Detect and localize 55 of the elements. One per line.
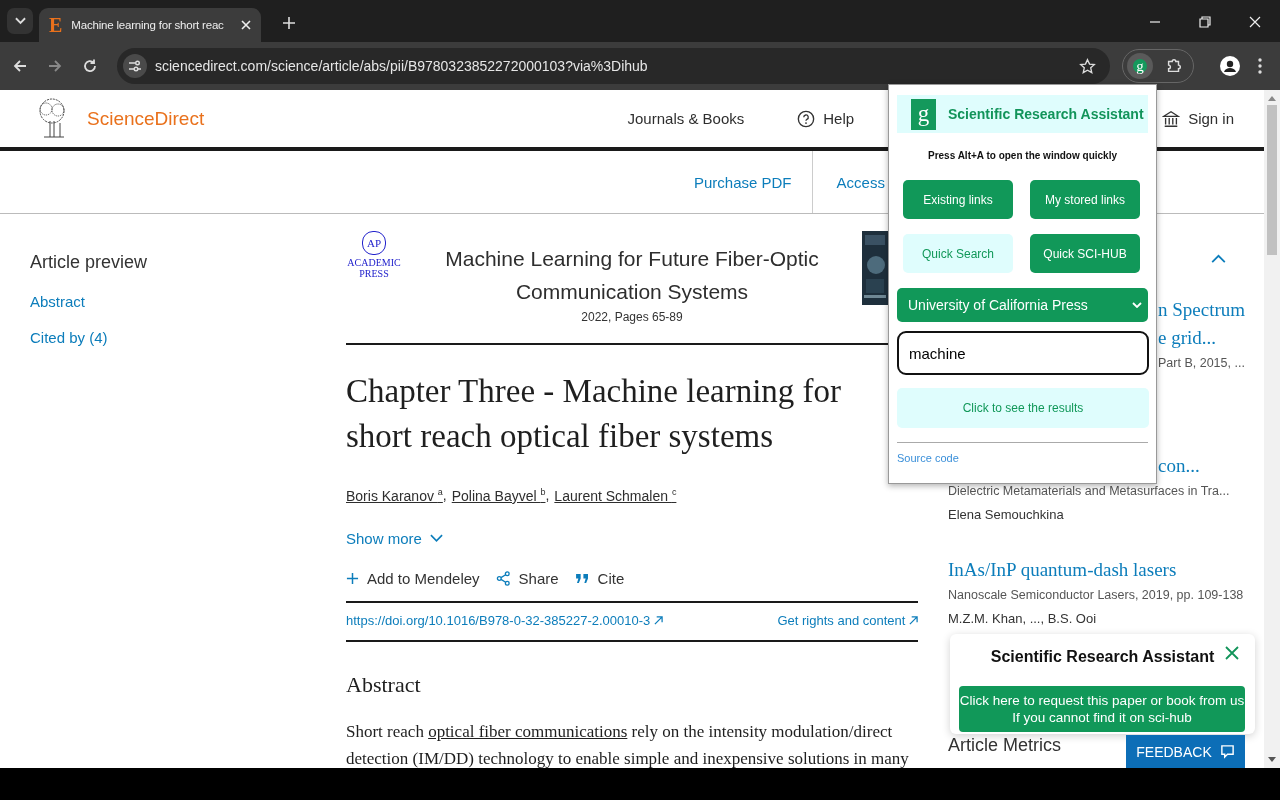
sign-in-link[interactable]: Sign in: [1188, 110, 1234, 127]
feedback-button[interactable]: FEEDBACK: [1126, 735, 1245, 768]
author-separator: ,: [545, 487, 550, 504]
sidebar-link[interactable]: Abstract: [30, 293, 316, 310]
popup-button[interactable]: Existing links: [903, 180, 1013, 219]
source-code-link[interactable]: Source code: [897, 452, 1148, 464]
recommended-title-link[interactable]: con...: [1158, 452, 1200, 480]
publisher-logo: AP ACADEMIC PRESS: [346, 231, 402, 279]
popup-button[interactable]: Quick SCI-HUB: [1030, 234, 1140, 273]
results-button[interactable]: Click to see the results: [897, 388, 1149, 428]
popup-button[interactable]: My stored links: [1030, 180, 1140, 219]
request-button[interactable]: Click here to request this paper or book from us If you cannot find it on sci-hub: [959, 686, 1245, 732]
popup-title: Scientific Research Assistant: [948, 106, 1144, 122]
article-action-button[interactable]: Add to Mendeley: [346, 569, 480, 587]
access-link[interactable]: Access: [836, 151, 885, 213]
author-link[interactable]: Laurent Schmalen $^{c}$: [554, 487, 677, 504]
topic-link[interactable]: optical fiber communications: [428, 721, 628, 741]
metrics-heading: Article Metrics: [948, 734, 1061, 756]
recommended-authors: M.Z.M. Khan, ..., B.S. Ooi: [948, 610, 1097, 628]
address-bar[interactable]: sciencedirect.com/science/article/abs/pii/B9780323852272000103?via%3Dihub: [117, 48, 1110, 84]
search-field[interactable]: machine: [897, 331, 1149, 375]
recommended-title-link[interactable]: InAs/InP quantum-dash lasers: [948, 556, 1177, 584]
recommended-source: Dielectric Metamaterials and Metasurfaces in Tra...: [948, 483, 1230, 500]
abstract-heading: Abstract: [346, 671, 422, 698]
sidebar-title: Article preview: [30, 252, 149, 273]
author-link[interactable]: Boris Karanov $^{a}$: [346, 487, 443, 504]
article-title: Chapter Three - Machine learning for short reach optical fiber systems: [346, 372, 843, 456]
sidebar-link[interactable]: Cited by (4): [30, 329, 316, 346]
recommended-authors: Elena Semouchkina: [948, 506, 1064, 524]
doi-link[interactable]: https://doi.org/10.1016/B978-0-32-385227-2.00010-3: [346, 612, 663, 628]
publisher-select[interactable]: University of California Press: [897, 288, 1148, 322]
extension-button[interactable]: g: [1127, 53, 1153, 79]
book-title[interactable]: Machine Learning for Future Fiber-Optic Communication Systems: [432, 242, 832, 308]
recommended-title-link[interactable]: n Spectrum: [1158, 296, 1246, 324]
book-pages: 2022, Pages 65-89: [580, 310, 684, 324]
extension-logo: g: [911, 98, 936, 130]
author-link[interactable]: Polina Bayvel $^{b}$: [451, 487, 546, 504]
show-more-button[interactable]: Show more: [346, 529, 443, 547]
popup-button[interactable]: Quick Search: [903, 234, 1013, 273]
tab-title: Machine learning for short reac: [71, 19, 225, 31]
help-link[interactable]: Help: [823, 110, 855, 127]
browser-tab[interactable]: E Machine learning for short reac: [39, 8, 261, 42]
journals-link[interactable]: Journals & Books: [627, 110, 745, 127]
brand-name[interactable]: ScienceDirect: [87, 107, 205, 130]
recommended-title-link[interactable]: e grid...: [1158, 324, 1217, 352]
rights-link[interactable]: Get rights and content: [777, 612, 918, 628]
article-action-button[interactable]: Cite: [574, 569, 625, 587]
notification-title: Scientific Research Assistant: [990, 648, 1215, 666]
abstract-text: Short reach optical fiber communications rely on the intensity modulation/direct detection (IM/DD) technology to enable simple and inexpensive solutions in many: [346, 720, 910, 768]
article-action-button[interactable]: Share: [495, 569, 559, 587]
author-separator: ,: [442, 487, 447, 504]
site-favicon: E: [49, 13, 63, 37]
recommended-source: Nanoscale Semiconductor Lasers, 2019, pp. 109-138: [948, 587, 1244, 604]
shortcut-hint: Press Alt+A to open the window quickly: [927, 150, 1118, 161]
purchase-pdf-link[interactable]: Purchase PDF: [694, 151, 792, 213]
